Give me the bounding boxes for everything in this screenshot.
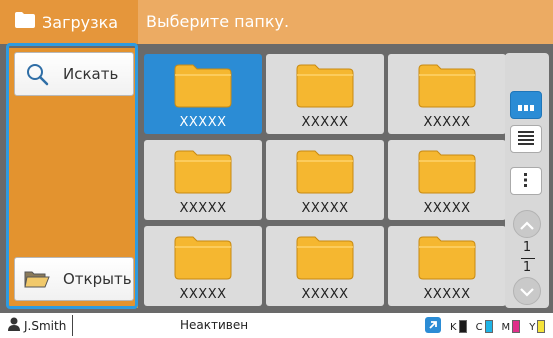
- folder-icon: [173, 233, 233, 285]
- thumbnail-view-button[interactable]: [510, 91, 542, 119]
- folder-icon: [417, 233, 477, 285]
- current-page: 1: [522, 240, 532, 255]
- ink-bar: [537, 319, 546, 333]
- ink-black: K: [450, 319, 467, 333]
- menu-button[interactable]: [510, 167, 542, 195]
- status-divider: [72, 315, 73, 336]
- search-button-label: Искать: [63, 65, 119, 83]
- magnifier-icon: [19, 62, 55, 86]
- user-icon: [8, 317, 20, 334]
- folder-icon: [295, 147, 355, 199]
- open-button-label: Открыть: [63, 270, 132, 288]
- open-button[interactable]: Открыть: [14, 257, 134, 301]
- folder-tile[interactable]: XXXXX: [388, 226, 506, 306]
- folder-tile[interactable]: XXXXX: [388, 54, 506, 134]
- more-vertical-icon: [524, 172, 528, 191]
- folder-icon: [295, 233, 355, 285]
- folder-icon: [173, 147, 233, 199]
- ink-yellow: Y: [529, 319, 546, 333]
- open-folder-icon: [19, 268, 55, 290]
- search-button[interactable]: Искать: [14, 52, 134, 96]
- page-down-button[interactable]: [513, 277, 541, 305]
- page-divider: [521, 258, 535, 259]
- total-pages: 1: [522, 260, 532, 275]
- folder-icon: [295, 61, 355, 113]
- folder-tile[interactable]: XXXXX: [388, 140, 506, 220]
- app-screen: Загрузка Выберите папку. Искать Открыть: [0, 0, 553, 338]
- folder-icon: [173, 61, 233, 113]
- folder-tile[interactable]: XXXXX: [266, 140, 384, 220]
- list-view-icon: [518, 130, 534, 149]
- folder-tile[interactable]: XXXXX: [266, 226, 384, 306]
- ink-cyan: C: [475, 319, 493, 333]
- folder-grid: XXXXX XXXXX XXXXX XXXXX XXXXX XXXXX XXXX…: [138, 48, 553, 312]
- folder-label: XXXXX: [301, 201, 349, 216]
- ink-label: Y: [529, 321, 536, 333]
- ink-label: C: [475, 321, 483, 333]
- folder-label: XXXXX: [423, 115, 471, 130]
- list-view-button[interactable]: [510, 125, 542, 153]
- header-subtitle: Выберите папку.: [146, 12, 290, 31]
- header-bar: Загрузка Выберите папку.: [0, 0, 553, 44]
- folder-tile[interactable]: XXXXX: [266, 54, 384, 134]
- ink-label: K: [450, 321, 457, 333]
- folder-label: XXXXX: [179, 287, 227, 302]
- header-title-area: Загрузка: [0, 0, 138, 44]
- folder-label: XXXXX: [423, 201, 471, 216]
- connection-icon: [425, 316, 441, 336]
- folder-label: XXXXX: [301, 115, 349, 130]
- folder-icon: [417, 147, 477, 199]
- status-bar: J.Smith Неактивен K C M Y: [0, 313, 553, 338]
- folder-label: XXXXX: [301, 287, 349, 302]
- folder-label: XXXXX: [179, 115, 227, 130]
- folder-icon: [14, 11, 36, 33]
- machine-status: Неактивен: [180, 318, 249, 332]
- thumbnail-view-icon: [518, 96, 534, 115]
- folder-tile[interactable]: XXXXX: [144, 140, 262, 220]
- ink-magenta: M: [501, 319, 521, 333]
- folder-icon: [417, 61, 477, 113]
- ink-bar: [484, 319, 493, 333]
- user-name: J.Smith: [24, 318, 67, 333]
- ink-bar: [512, 319, 521, 333]
- ink-label: M: [501, 321, 511, 333]
- folder-tile[interactable]: XXXXX: [144, 54, 262, 134]
- page-up-button[interactable]: [513, 210, 541, 238]
- ink-levels: K C M Y: [425, 316, 546, 336]
- ink-bar: [458, 319, 467, 333]
- folder-label: XXXXX: [179, 201, 227, 216]
- folder-label: XXXXX: [423, 287, 471, 302]
- folder-tile[interactable]: XXXXX: [144, 226, 262, 306]
- chevron-down-icon: [520, 282, 534, 301]
- view-control-strip: 1 1: [505, 53, 549, 308]
- header-title: Загрузка: [42, 12, 119, 32]
- chevron-up-icon: [520, 215, 534, 234]
- user-indicator[interactable]: J.Smith: [8, 313, 72, 338]
